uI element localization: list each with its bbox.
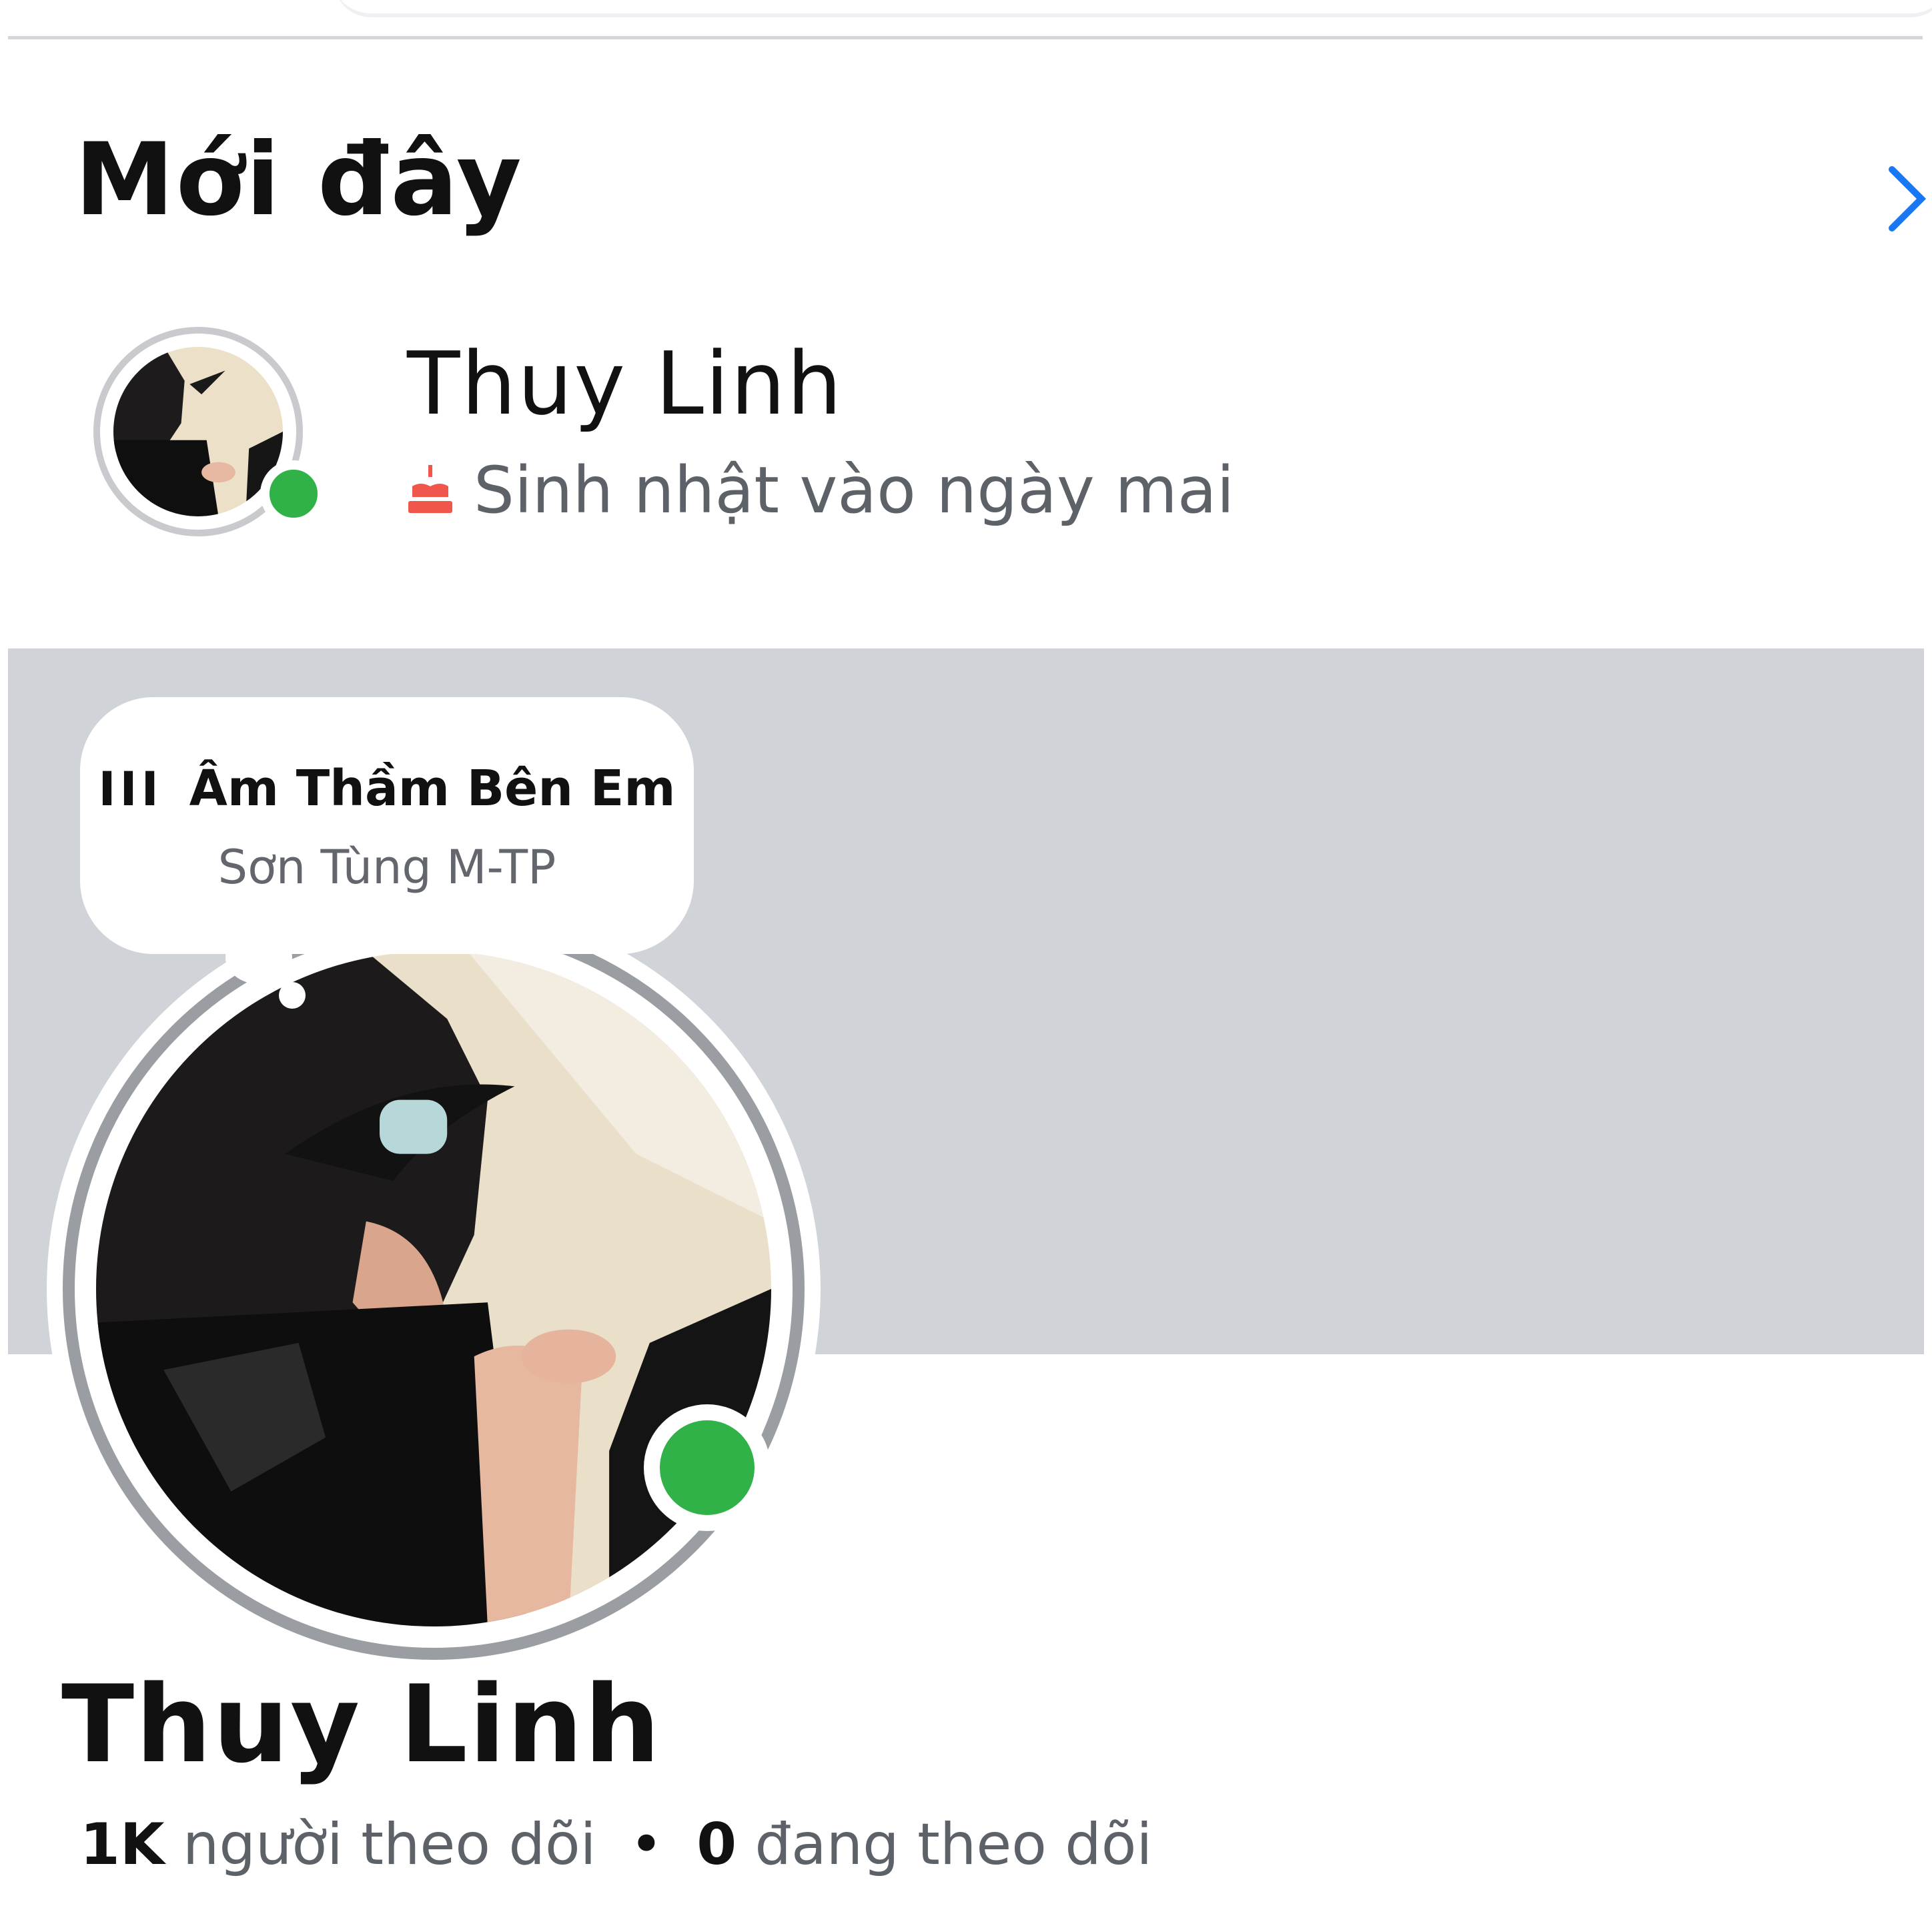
birthday-status: Sinh nhật vào ngày mai [407, 454, 1234, 527]
note-song-title: Âm Thầm Bên Em [189, 760, 676, 817]
stats-separator: • [629, 1811, 664, 1878]
followers-link[interactable]: 1K người theo dõi [80, 1811, 596, 1878]
profile-avatar[interactable] [47, 902, 821, 1676]
birthday-text: Sinh nhật vào ngày mai [474, 453, 1235, 528]
search-bar-edge [334, 0, 1932, 17]
note-artist: Sơn Tùng M-TP [217, 840, 556, 895]
see-all-button[interactable] [1887, 165, 1927, 232]
note-bubble-tail-small [279, 982, 306, 1009]
following-count: 0 [696, 1811, 737, 1878]
following-label: đang theo dõi [755, 1811, 1153, 1878]
online-status-dot [260, 460, 327, 527]
follow-stats: 1K người theo dõi • 0 đang theo dõi [80, 1816, 1152, 1873]
divider [8, 36, 1923, 39]
friend-avatar-photo [113, 347, 283, 516]
music-note-bubble[interactable]: III Âm Thầm Bên Em Sơn Tùng M-TP [80, 697, 694, 954]
cake-icon [408, 465, 452, 513]
recent-friend-item[interactable]: Thuy Linh Sinh nhật vào ngày mai [87, 320, 1288, 547]
following-link[interactable]: 0 đang theo dõi [696, 1811, 1152, 1878]
followers-count: 1K [80, 1811, 165, 1878]
friend-name: Thuy Linh [407, 333, 843, 434]
section-title: Mới đây [75, 122, 523, 238]
online-status-dot [644, 1404, 771, 1531]
chevron-right-icon [1889, 166, 1927, 231]
profile-avatar-photo [96, 951, 771, 1626]
followers-label: người theo dõi [182, 1811, 596, 1878]
profile-name: Thuy Linh [61, 1662, 662, 1787]
music-bars-icon: III [98, 762, 163, 817]
